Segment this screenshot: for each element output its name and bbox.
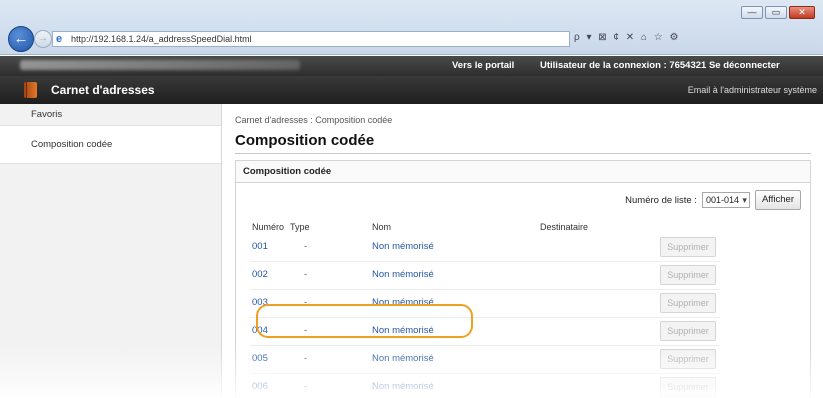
portal-link[interactable]: Vers le portail	[452, 60, 514, 71]
delete-button[interactable]: Supprimer	[660, 377, 716, 397]
row-number-link[interactable]: 002	[252, 269, 268, 280]
table-header: Numéro Type Nom Destinataire	[250, 222, 760, 234]
url-text: http://192.168.1.24/a_addressSpeedDial.h…	[71, 34, 252, 44]
row-name-link[interactable]: Non mémorisé	[372, 241, 434, 252]
address-bar[interactable]: e http://192.168.1.24/a_addressSpeedDial…	[52, 31, 570, 47]
delete-button[interactable]: Supprimer	[660, 321, 716, 341]
browser-toolbar: — ▭ ✕ ← → e http://192.168.1.24/a_addres…	[0, 0, 823, 55]
speed-dial-section: Composition codée Numéro de liste : 001-…	[235, 160, 811, 398]
show-button[interactable]: Afficher	[754, 190, 801, 210]
column-recipient: Destinataire	[540, 222, 589, 232]
app-title: Carnet d'adresses	[51, 83, 155, 97]
table-row: 005 - Non mémorisé Supprimer	[236, 346, 796, 374]
close-button[interactable]: ✕	[789, 6, 815, 19]
delete-button[interactable]: Supprimer	[660, 237, 716, 257]
window-controls: — ▭ ✕	[741, 6, 815, 19]
row-name-link[interactable]: Non mémorisé	[372, 381, 434, 392]
login-user-info[interactable]: Utilisateur de la connexion : 7654321 Se…	[540, 60, 780, 71]
delete-button[interactable]: Supprimer	[660, 293, 716, 313]
list-number-select[interactable]: 001-014	[701, 192, 750, 208]
address-tools[interactable]: ρ ▾ ⊠ ¢ ✕ ⌂ ☆ ⚙	[574, 32, 819, 43]
column-type: Type	[290, 222, 310, 232]
column-name: Nom	[372, 222, 392, 232]
app-header: Carnet d'adresses Email à l'administrate…	[0, 76, 823, 104]
row-type: -	[304, 381, 308, 392]
admin-email-link[interactable]: Email à l'administrateur système	[688, 85, 817, 95]
table-row: 002 - Non mémorisé Supprimer	[236, 262, 796, 290]
sidebar-item-speed-dial[interactable]: Composition codée	[0, 126, 221, 164]
row-type: -	[304, 353, 308, 364]
main-content: Carnet d'adresses : Composition codée Co…	[222, 104, 823, 398]
row-name-link[interactable]: Non mémorisé	[372, 269, 434, 280]
page-title: Composition codée	[235, 132, 375, 149]
top-info-bar: Vers le portail Utilisateur de la connex…	[0, 56, 823, 76]
forward-button[interactable]: →	[34, 30, 52, 48]
list-number-label: Numéro de liste :	[625, 194, 697, 206]
back-button[interactable]: ←	[8, 26, 34, 52]
table-row: 006 - Non mémorisé Supprimer	[236, 374, 796, 398]
title-divider	[235, 153, 811, 154]
minimize-button[interactable]: —	[741, 6, 763, 19]
row-highlight-marker	[256, 304, 473, 338]
address-book-icon	[24, 82, 37, 98]
column-number: Numéro	[252, 222, 285, 232]
row-number-link[interactable]: 005	[252, 353, 268, 364]
maximize-button[interactable]: ▭	[765, 6, 787, 19]
section-title: Composition codée	[236, 161, 810, 183]
delete-button[interactable]: Supprimer	[660, 349, 716, 369]
sidebar-item-favorites[interactable]: Favoris	[0, 104, 221, 126]
row-number-link[interactable]: 001	[252, 241, 268, 252]
row-type: -	[304, 241, 308, 252]
device-name-blurred	[20, 60, 300, 70]
breadcrumb: Carnet d'adresses : Composition codée	[235, 115, 393, 125]
table-row: 001 - Non mémorisé Supprimer	[236, 234, 796, 262]
sidebar: Favoris Composition codée	[0, 104, 222, 398]
browser-page-icon: e	[56, 33, 63, 45]
row-number-link[interactable]: 006	[252, 381, 268, 392]
list-number-control: Numéro de liste : 001-014 Afficher	[625, 190, 801, 210]
row-name-link[interactable]: Non mémorisé	[372, 353, 434, 364]
row-type: -	[304, 269, 308, 280]
delete-button[interactable]: Supprimer	[660, 265, 716, 285]
